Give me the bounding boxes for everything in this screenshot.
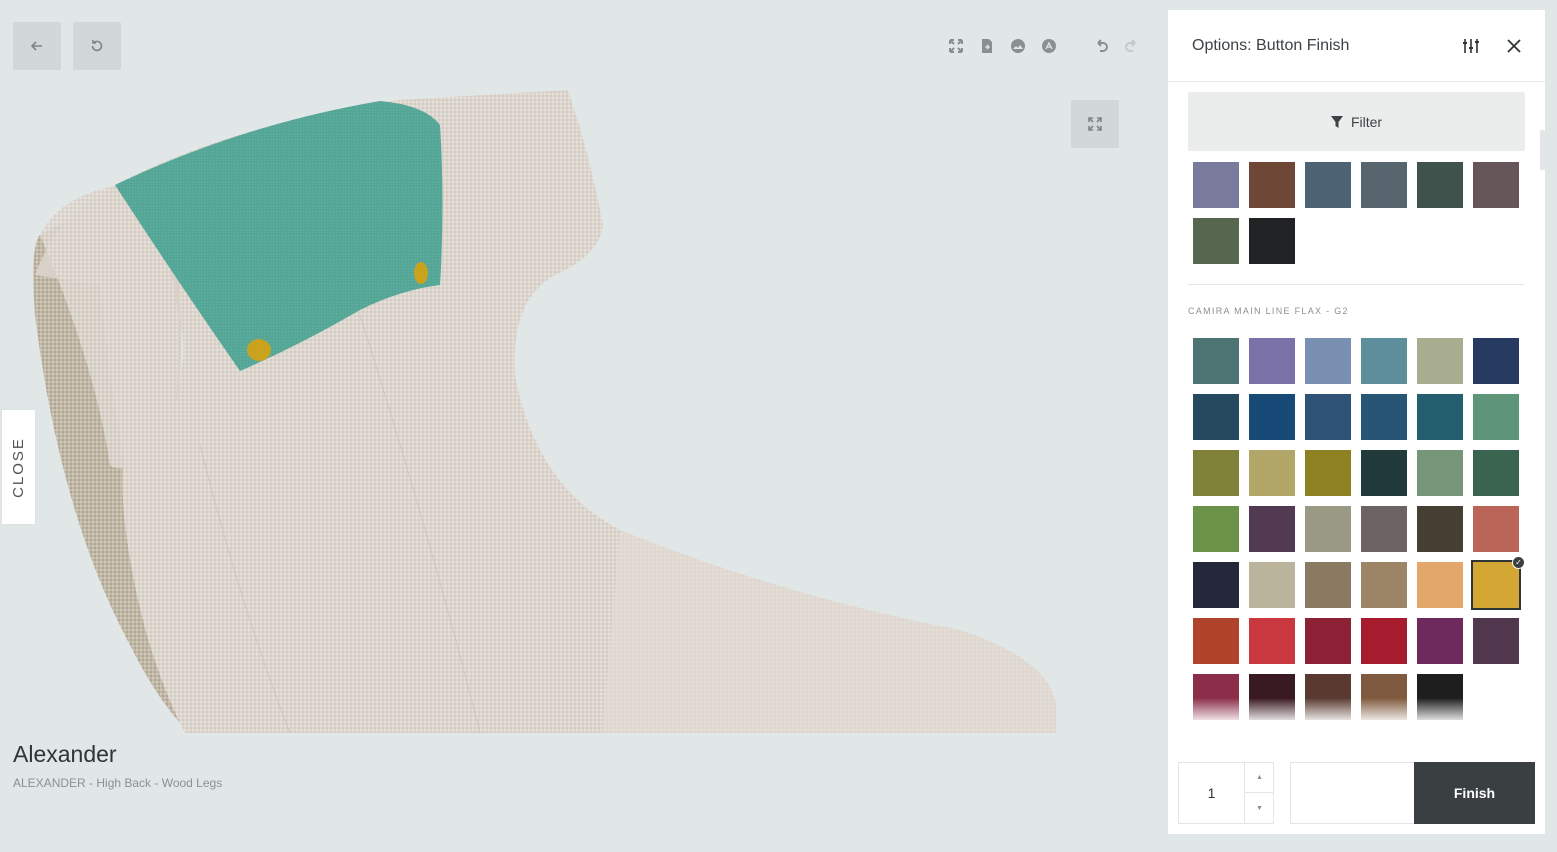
color-swatch[interactable]: [1249, 618, 1295, 664]
viewer-toolbar: [948, 37, 1057, 55]
swatch-grid-top: [1193, 162, 1519, 264]
color-swatch[interactable]: [1249, 338, 1295, 384]
color-swatch[interactable]: [1305, 450, 1351, 496]
color-swatch[interactable]: [1249, 562, 1295, 608]
color-swatch[interactable]: [1305, 162, 1351, 208]
color-swatch[interactable]: [1473, 338, 1519, 384]
sliders-icon[interactable]: [1461, 36, 1481, 56]
color-swatch[interactable]: [1417, 162, 1463, 208]
color-swatch[interactable]: [1361, 562, 1407, 608]
quantity-value[interactable]: 1: [1179, 763, 1244, 823]
caret-down-icon: ▼: [1256, 804, 1263, 812]
color-swatch[interactable]: [1473, 618, 1519, 664]
color-swatch[interactable]: [1417, 674, 1463, 720]
color-swatch[interactable]: [1361, 162, 1407, 208]
undo-icon[interactable]: [1093, 38, 1109, 54]
product-title: Alexander: [13, 741, 117, 767]
color-swatch[interactable]: [1305, 506, 1351, 552]
fullscreen-button[interactable]: [1071, 100, 1119, 148]
panel-title: Options: Button Finish: [1192, 37, 1350, 54]
color-swatch[interactable]: [1249, 394, 1295, 440]
color-swatch[interactable]: [1193, 618, 1239, 664]
close-icon[interactable]: [1504, 36, 1524, 56]
color-swatch[interactable]: [1417, 506, 1463, 552]
close-tab-label: CLOSE: [10, 436, 28, 498]
product-viewer[interactable]: CLOSE Alexander ALEXANDER - High Back - …: [0, 0, 1165, 852]
color-swatch[interactable]: [1473, 506, 1519, 552]
color-swatch[interactable]: [1193, 218, 1239, 264]
image-export-icon[interactable]: [1010, 38, 1026, 54]
color-swatch[interactable]: [1473, 450, 1519, 496]
color-swatch[interactable]: [1249, 162, 1295, 208]
ar-icon[interactable]: [1041, 38, 1057, 54]
color-swatch[interactable]: [1193, 450, 1239, 496]
caret-up-icon: ▲: [1256, 774, 1263, 781]
close-tab[interactable]: CLOSE: [2, 410, 35, 524]
color-swatch[interactable]: [1361, 338, 1407, 384]
swatch-grid-main: ✓: [1193, 338, 1525, 720]
color-swatch[interactable]: [1361, 618, 1407, 664]
color-swatch[interactable]: [1193, 162, 1239, 208]
scrollbar-thumb[interactable]: [1540, 130, 1545, 170]
fullscreen-icon: [1088, 117, 1102, 131]
filter-label: Filter: [1350, 113, 1383, 130]
check-icon: ✓: [1512, 556, 1525, 569]
color-swatch[interactable]: [1417, 394, 1463, 440]
quantity-down-button[interactable]: ▼: [1244, 793, 1274, 823]
color-swatch[interactable]: [1473, 162, 1519, 208]
color-swatch[interactable]: [1193, 562, 1239, 608]
color-swatch[interactable]: [1305, 562, 1351, 608]
product-subtitle: ALEXANDER - High Back - Wood Legs: [13, 776, 223, 790]
reset-view-button[interactable]: [73, 22, 121, 70]
color-swatch[interactable]: [1193, 674, 1239, 720]
arrow-left-icon: [30, 41, 42, 51]
chair-3d-model[interactable]: [0, 85, 1165, 733]
filter-icon: [1330, 115, 1343, 128]
expand-icon[interactable]: [948, 38, 964, 54]
back-button[interactable]: [13, 22, 61, 70]
history-toolbar: [1093, 37, 1140, 55]
color-swatch[interactable]: ✓: [1471, 556, 1525, 610]
quantity-stepper[interactable]: 1 ▲ ▼: [1178, 762, 1274, 824]
color-swatch[interactable]: [1417, 338, 1463, 384]
color-swatch[interactable]: [1361, 450, 1407, 496]
quantity-up-button[interactable]: ▲: [1244, 763, 1274, 793]
color-swatch[interactable]: [1305, 394, 1351, 440]
color-swatch[interactable]: [1361, 506, 1407, 552]
refresh-icon: [91, 40, 103, 52]
color-swatch[interactable]: [1305, 618, 1351, 664]
color-swatch[interactable]: [1305, 338, 1351, 384]
color-swatch[interactable]: [1305, 674, 1351, 720]
price-display: [1290, 762, 1415, 824]
color-swatch[interactable]: [1473, 394, 1519, 440]
color-swatch[interactable]: [1249, 218, 1295, 264]
color-swatch[interactable]: [1193, 506, 1239, 552]
color-swatch[interactable]: [1417, 562, 1463, 608]
color-swatch[interactable]: [1193, 338, 1239, 384]
color-swatch[interactable]: [1249, 674, 1295, 720]
filter-button[interactable]: Filter: [1188, 92, 1525, 151]
color-swatch[interactable]: [1361, 674, 1407, 720]
color-swatch[interactable]: [1249, 450, 1295, 496]
color-swatch[interactable]: [1417, 618, 1463, 664]
section-divider: [1188, 284, 1524, 285]
color-swatch[interactable]: [1193, 394, 1239, 440]
redo-icon[interactable]: [1124, 38, 1140, 54]
finish-button[interactable]: Finish: [1414, 762, 1535, 824]
panel-header: Options: Button Finish: [1168, 10, 1545, 82]
section-label: CAMIRA MAIN LINE FLAX - G2: [1188, 306, 1349, 316]
color-swatch[interactable]: [1361, 394, 1407, 440]
color-swatch[interactable]: [1249, 506, 1295, 552]
pdf-export-icon[interactable]: [979, 38, 995, 54]
color-swatch[interactable]: [1417, 450, 1463, 496]
options-panel: Options: Button Finish Filter CAMIRA MAI…: [1168, 10, 1545, 834]
